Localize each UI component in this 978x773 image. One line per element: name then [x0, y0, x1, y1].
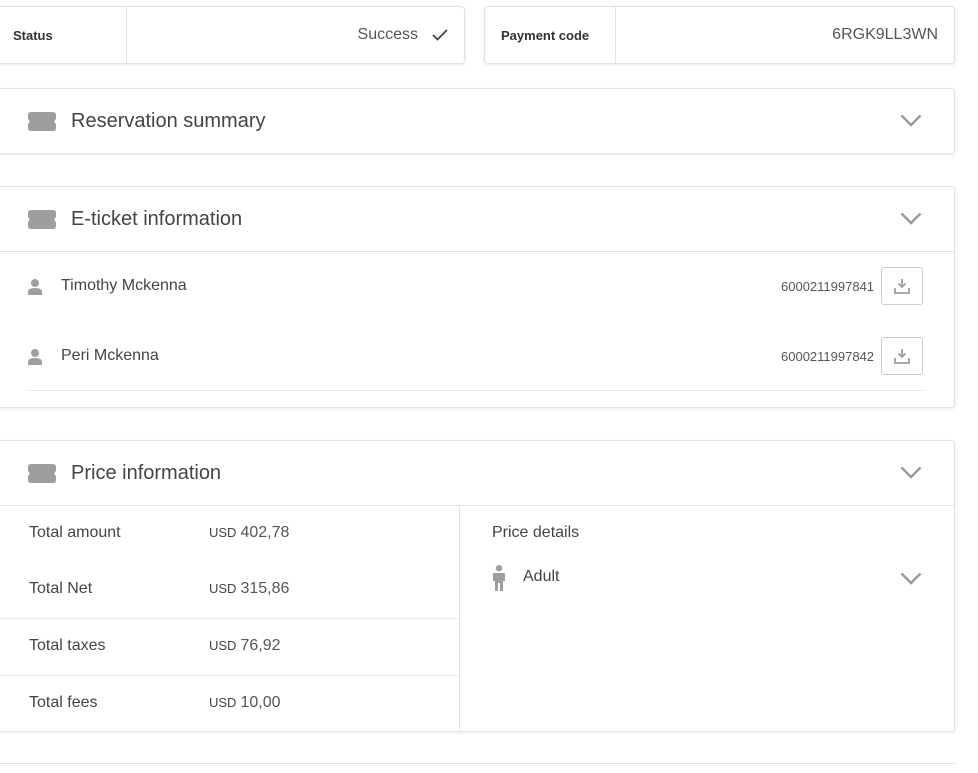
- reservation-summary-panel: Reservation summary: [0, 88, 955, 154]
- download-icon: [894, 349, 910, 364]
- passenger-name: Timothy Mckenna: [61, 277, 187, 294]
- payment-code-value: 6RGK9LL3WN: [832, 26, 938, 43]
- passenger-row: Peri Mckenna 6000211997842: [0, 337, 956, 377]
- ticket-icon: [28, 111, 56, 131]
- total-net-value: USD 315,86: [209, 580, 290, 597]
- check-icon: [432, 29, 448, 41]
- person-icon: [28, 279, 42, 295]
- download-ticket-button[interactable]: [881, 337, 923, 375]
- total-amount-label: Total amount: [29, 524, 121, 541]
- chevron-down-icon[interactable]: [900, 572, 922, 586]
- passenger-name: Peri Mckenna: [61, 347, 159, 364]
- column-divider: [459, 505, 460, 732]
- chevron-down-icon[interactable]: [900, 212, 922, 226]
- divider: [0, 675, 459, 676]
- price-panel: Price information Total amount USD 402,78…: [0, 440, 955, 732]
- next-panel-edge: [0, 763, 955, 773]
- download-ticket-button[interactable]: [881, 267, 923, 305]
- total-taxes-label: Total taxes: [29, 637, 106, 654]
- passenger-row: Timothy Mckenna 6000211997841: [0, 267, 956, 307]
- ticket-icon: [28, 209, 56, 229]
- total-fees-value: USD 10,00: [209, 694, 281, 711]
- price-header[interactable]: Price information: [0, 441, 954, 506]
- ticket-number: 6000211997841: [781, 279, 875, 294]
- adult-price-row[interactable]: Adult: [489, 561, 929, 595]
- price-details-title: Price details: [492, 524, 580, 541]
- status-label: Status: [0, 7, 127, 63]
- total-fees-label: Total fees: [29, 694, 98, 711]
- adult-label: Adult: [523, 568, 560, 585]
- status-value: Success: [358, 7, 448, 63]
- eticket-panel: E-ticket information Timothy Mckenna 600…: [0, 186, 955, 408]
- eticket-header[interactable]: E-ticket information: [0, 187, 954, 252]
- total-amount-value: USD 402,78: [209, 524, 290, 541]
- eticket-title: E-ticket information: [71, 207, 243, 230]
- divider: [29, 390, 923, 391]
- total-net-label: Total Net: [29, 580, 93, 597]
- reservation-summary-title: Reservation summary: [71, 109, 266, 132]
- chevron-down-icon[interactable]: [900, 466, 922, 480]
- reservation-summary-header[interactable]: Reservation summary: [0, 89, 954, 153]
- price-title: Price information: [71, 461, 222, 484]
- payment-code-label: Payment code: [485, 7, 616, 63]
- divider: [0, 618, 459, 619]
- ticket-number: 6000211997842: [781, 349, 875, 364]
- payment-code-card: Payment code 6RGK9LL3WN: [484, 6, 955, 64]
- ticket-icon: [28, 463, 56, 483]
- download-icon: [894, 279, 910, 294]
- chevron-down-icon[interactable]: [900, 114, 922, 128]
- adult-icon: [493, 565, 505, 591]
- total-taxes-value: USD 76,92: [209, 637, 281, 654]
- status-card: Status Success: [0, 6, 465, 64]
- person-icon: [28, 349, 42, 365]
